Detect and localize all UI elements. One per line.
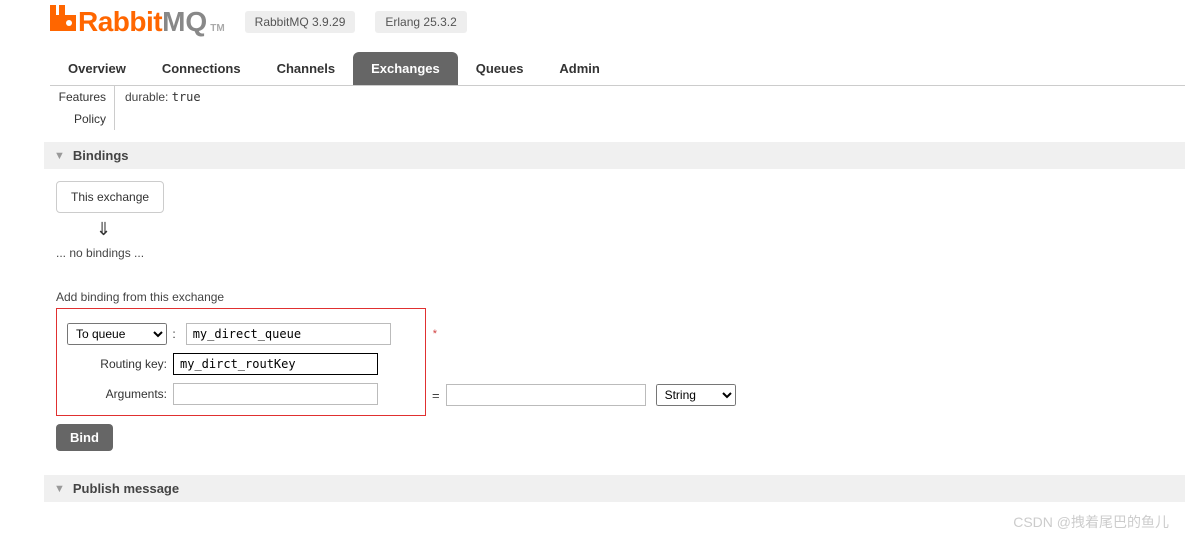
tab-exchanges[interactable]: Exchanges xyxy=(353,52,458,85)
add-binding-title: Add binding from this exchange xyxy=(56,290,1179,304)
destination-input[interactable] xyxy=(186,323,391,345)
routing-key-label: Routing key: xyxy=(63,357,173,371)
colon: : xyxy=(172,327,175,341)
tab-queues[interactable]: Queues xyxy=(458,52,542,85)
policy-label: Policy xyxy=(50,108,115,130)
rabbitmq-icon xyxy=(50,5,76,38)
version-badge: RabbitMQ 3.9.29 xyxy=(245,11,356,33)
tab-connections[interactable]: Connections xyxy=(144,52,259,85)
features-row: Features durable: true xyxy=(50,86,1185,108)
logo-text-mq: MQ xyxy=(162,6,207,38)
main-tabs: Overview Connections Channels Exchanges … xyxy=(50,52,1185,86)
tab-overview[interactable]: Overview xyxy=(50,52,144,85)
equals-sign: = xyxy=(432,388,440,403)
chevron-down-icon: ▼ xyxy=(54,483,65,495)
arrow-down-icon: ⇓ xyxy=(56,219,151,240)
publish-section-header[interactable]: ▼ Publish message xyxy=(44,475,1185,502)
chevron-down-icon: ▼ xyxy=(54,150,65,162)
argument-type-select[interactable]: String xyxy=(656,384,736,406)
to-queue-select[interactable]: To queue xyxy=(67,323,167,345)
logo-tm: TM xyxy=(210,23,224,34)
durable-label: durable: xyxy=(125,90,168,104)
argument-key-input[interactable] xyxy=(173,383,378,405)
logo[interactable]: RabbitMQ TM xyxy=(50,5,225,38)
durable-value: true xyxy=(172,90,201,104)
argument-value-input[interactable] xyxy=(446,384,646,406)
this-exchange-box: This exchange xyxy=(56,181,164,213)
header: RabbitMQ TM RabbitMQ 3.9.29 Erlang 25.3.… xyxy=(50,0,1185,38)
bind-button[interactable]: Bind xyxy=(56,424,113,451)
tab-channels[interactable]: Channels xyxy=(259,52,354,85)
add-binding-form: To queue : * Routing key: Arguments: xyxy=(56,308,426,416)
bindings-title: Bindings xyxy=(73,148,129,163)
bindings-section-header[interactable]: ▼ Bindings xyxy=(44,142,1185,169)
logo-text-rabbit: Rabbit xyxy=(78,6,162,38)
routing-key-input[interactable] xyxy=(173,353,378,375)
no-bindings-text: ... no bindings ... xyxy=(56,246,1179,260)
arguments-label: Arguments: xyxy=(63,387,173,401)
watermark-text: CSDN @拽着尾巴的鱼儿 xyxy=(1013,512,1169,532)
policy-row: Policy xyxy=(50,108,1185,130)
erlang-badge: Erlang 25.3.2 xyxy=(375,11,466,33)
publish-title: Publish message xyxy=(73,481,179,496)
features-label: Features xyxy=(50,86,115,108)
required-asterisk: * xyxy=(433,328,437,340)
tab-admin[interactable]: Admin xyxy=(541,52,617,85)
